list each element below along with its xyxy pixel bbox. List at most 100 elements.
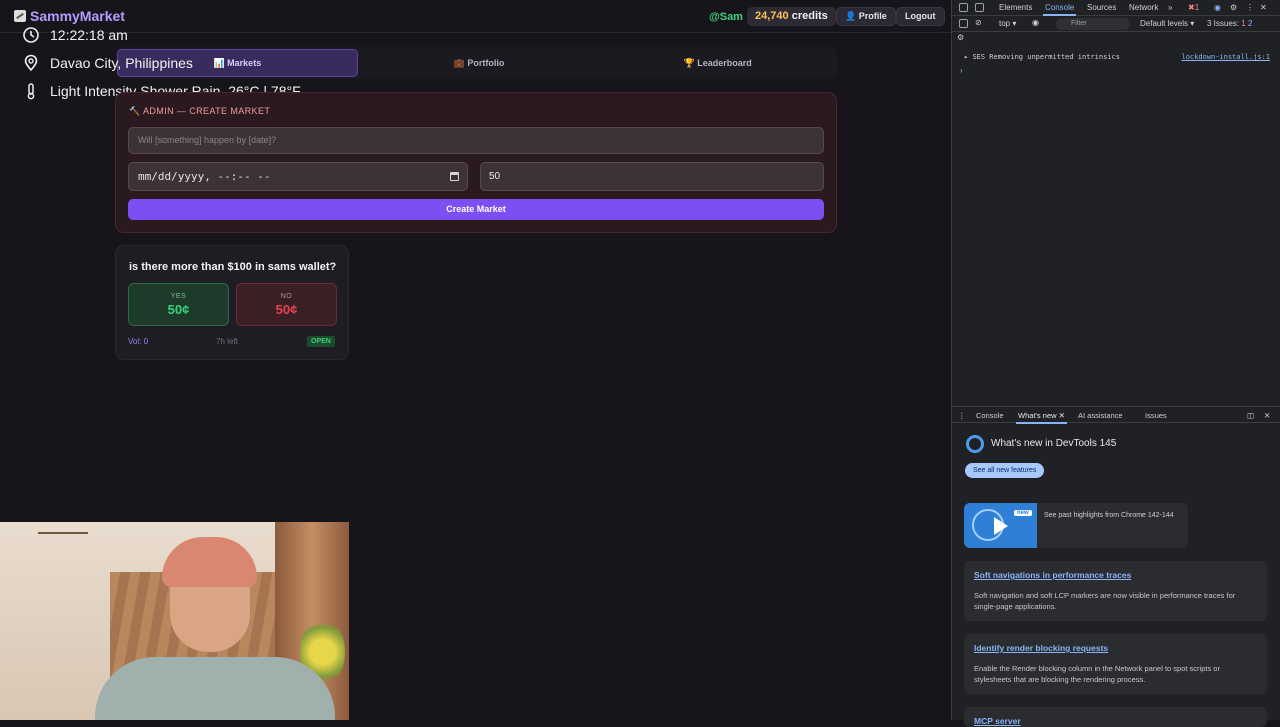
time-text: 12:22:18 am bbox=[50, 27, 128, 43]
market-question: is there more than $100 in sams wallet? bbox=[129, 261, 337, 273]
more-tabs-icon[interactable]: » bbox=[1168, 3, 1172, 12]
issues-link[interactable]: 3 Issues: 1 2 bbox=[1207, 19, 1252, 28]
log-levels-value: Default levels bbox=[1140, 19, 1189, 28]
logout-button[interactable]: Logout bbox=[896, 7, 945, 26]
liquidity-input[interactable]: 50 bbox=[480, 162, 824, 191]
tab-elements[interactable]: Elements bbox=[999, 3, 1032, 12]
feature-card-title[interactable]: Identify render blocking requests bbox=[974, 643, 1257, 653]
device-toolbar-icon[interactable] bbox=[975, 3, 984, 12]
yes-price: 50¢ bbox=[167, 302, 190, 317]
filter-input[interactable]: Filter bbox=[1056, 18, 1130, 30]
credits-value: 24,740 bbox=[755, 10, 789, 22]
profile-button[interactable]: 👤 Profile bbox=[836, 7, 896, 26]
no-price: 50¢ bbox=[275, 302, 298, 317]
ceiling-lamp bbox=[38, 532, 88, 562]
tab-portfolio[interactable]: 💼 Portfolio bbox=[360, 47, 599, 79]
feature-card-soft-navigations: Soft navigations in performance traces S… bbox=[964, 561, 1267, 621]
drawer-tabbar: ⋮ Console What's new ✕ AI assistance Iss… bbox=[952, 407, 1280, 424]
chevron-down-icon: ▾ bbox=[1190, 19, 1195, 28]
clock-icon bbox=[23, 27, 39, 43]
context-select[interactable]: top ▾ bbox=[999, 19, 1016, 28]
console-message-text: SES Removing unpermitted intrinsics bbox=[972, 53, 1120, 61]
user-handle: @Sam bbox=[709, 11, 743, 23]
new-badge: new bbox=[1014, 510, 1032, 516]
admin-create-market-panel: 🔨 ADMIN — CREATE MARKET Will [something]… bbox=[115, 92, 837, 233]
error-icon: ✖ bbox=[1188, 3, 1195, 12]
thermometer-icon bbox=[27, 83, 35, 100]
location-text: Davao City, Philippines bbox=[50, 55, 193, 71]
close-drawer-icon[interactable]: ✕ bbox=[1264, 411, 1270, 420]
status-badge: OPEN bbox=[307, 336, 335, 347]
feature-card-mcp-server: MCP server bbox=[964, 707, 1267, 727]
tab-sources[interactable]: Sources bbox=[1087, 3, 1116, 12]
sidebar-toggle-icon[interactable] bbox=[959, 19, 968, 28]
market-card[interactable]: is there more than $100 in sams wallet? … bbox=[115, 245, 349, 360]
inspect-icon[interactable] bbox=[959, 3, 968, 12]
app-window: SammyMarket @Sam 24,740 credits 👤 Profil… bbox=[0, 0, 951, 720]
market-time-left: 7h left bbox=[216, 337, 238, 346]
console-source-link[interactable]: lockdown-install.js:1 bbox=[1181, 53, 1270, 61]
feature-card-render-blocking: Identify render blocking requests Enable… bbox=[964, 634, 1267, 694]
play-icon bbox=[994, 517, 1008, 535]
more-options-icon[interactable]: ⋮ bbox=[1246, 3, 1254, 12]
whats-new-title: What's new in DevTools 145 bbox=[991, 438, 1117, 449]
issues-blue-count: 2 bbox=[1247, 19, 1253, 28]
clear-console-icon[interactable]: ⊘ bbox=[975, 18, 982, 27]
drawer-tab-ai-assistance[interactable]: AI assistance bbox=[1078, 411, 1123, 420]
person-hair bbox=[162, 537, 257, 587]
create-market-button[interactable]: Create Market bbox=[128, 199, 824, 220]
console-message[interactable]: ▸ SES Removing unpermitted intrinsics lo… bbox=[964, 53, 1270, 61]
video-thumbnail[interactable]: new bbox=[964, 503, 1037, 548]
devtools-panel: Elements Console Sources Network » ✖1 ◉ … bbox=[951, 0, 1280, 727]
yes-button[interactable]: YES 50¢ bbox=[128, 283, 229, 326]
time-row: 12:22:18 am bbox=[22, 21, 301, 49]
extension-icon[interactable]: ◉ bbox=[1214, 3, 1221, 12]
person-shoulders bbox=[95, 657, 335, 720]
feature-card-body: Soft navigation and soft LCP markers are… bbox=[974, 591, 1236, 611]
dock-icon[interactable]: ◫ bbox=[1247, 411, 1254, 420]
chrome-devtools-logo-icon bbox=[966, 435, 984, 453]
market-volume: Vol: 0 bbox=[128, 337, 149, 346]
close-devtools-icon[interactable]: ✕ bbox=[1260, 3, 1267, 12]
devtools-tabbar: Elements Console Sources Network » ✖1 ◉ … bbox=[952, 0, 1280, 16]
drawer-tab-whats-new-label: What's new bbox=[1018, 411, 1057, 420]
tab-console[interactable]: Console bbox=[1042, 3, 1077, 16]
console-settings-icon[interactable]: ⚙ bbox=[957, 33, 964, 42]
issues-red-count: 1 bbox=[1241, 19, 1246, 28]
yes-label: YES bbox=[170, 293, 187, 300]
feature-card-title[interactable]: MCP server bbox=[974, 716, 1257, 726]
context-value: top bbox=[999, 19, 1011, 28]
error-count[interactable]: ✖1 bbox=[1188, 3, 1199, 12]
tab-leaderboard[interactable]: 🏆 Leaderboard bbox=[598, 47, 837, 79]
settings-icon[interactable]: ⚙ bbox=[1230, 3, 1237, 12]
eye-icon[interactable]: ◉ bbox=[1032, 18, 1039, 27]
question-input[interactable]: Will [something] happen by [date]? bbox=[128, 127, 824, 154]
credits-badge: 24,740 credits bbox=[747, 7, 836, 26]
credits-label: credits bbox=[791, 10, 828, 22]
calendar-icon[interactable] bbox=[450, 172, 459, 181]
error-count-value: 1 bbox=[1194, 3, 1200, 12]
no-label: NO bbox=[280, 293, 293, 300]
devtools-drawer: ⋮ Console What's new ✕ AI assistance Iss… bbox=[952, 406, 1280, 727]
close-tab-icon[interactable]: ✕ bbox=[1059, 411, 1065, 420]
tab-network[interactable]: Network bbox=[1129, 3, 1158, 12]
log-levels-select[interactable]: Default levels ▾ bbox=[1140, 19, 1194, 28]
expand-arrow-icon[interactable]: ▸ bbox=[964, 53, 968, 61]
feature-card-title[interactable]: Soft navigations in performance traces bbox=[974, 570, 1257, 580]
location-row: Davao City, Philippines bbox=[22, 49, 301, 77]
console-prompt-icon[interactable]: › bbox=[960, 66, 963, 75]
drawer-tab-console[interactable]: Console bbox=[976, 411, 1004, 420]
date-placeholder: mm/dd/yyyy, --:-- -- bbox=[138, 170, 271, 183]
drawer-menu-icon[interactable]: ⋮ bbox=[958, 411, 966, 420]
console-toolbar: ⊘ top ▾ ◉ Filter Default levels ▾ 3 Issu… bbox=[952, 16, 1280, 32]
drawer-tab-issues[interactable]: Issues bbox=[1145, 411, 1167, 420]
drawer-tab-whats-new[interactable]: What's new ✕ bbox=[1016, 411, 1067, 424]
highlights-text: See past highlights from Chrome 142-144 bbox=[1044, 512, 1174, 519]
admin-panel-title: 🔨 ADMIN — CREATE MARKET bbox=[129, 106, 271, 116]
see-all-features-button[interactable]: See all new features bbox=[965, 463, 1045, 478]
highlights-video-card[interactable]: new See past highlights from Chrome 142-… bbox=[964, 503, 1188, 548]
chevron-down-icon: ▾ bbox=[1012, 19, 1017, 28]
date-time-input[interactable]: mm/dd/yyyy, --:-- -- bbox=[128, 162, 468, 191]
no-button[interactable]: NO 50¢ bbox=[236, 283, 337, 326]
feature-card-body: Enable the Render blocking column in the… bbox=[974, 664, 1220, 684]
